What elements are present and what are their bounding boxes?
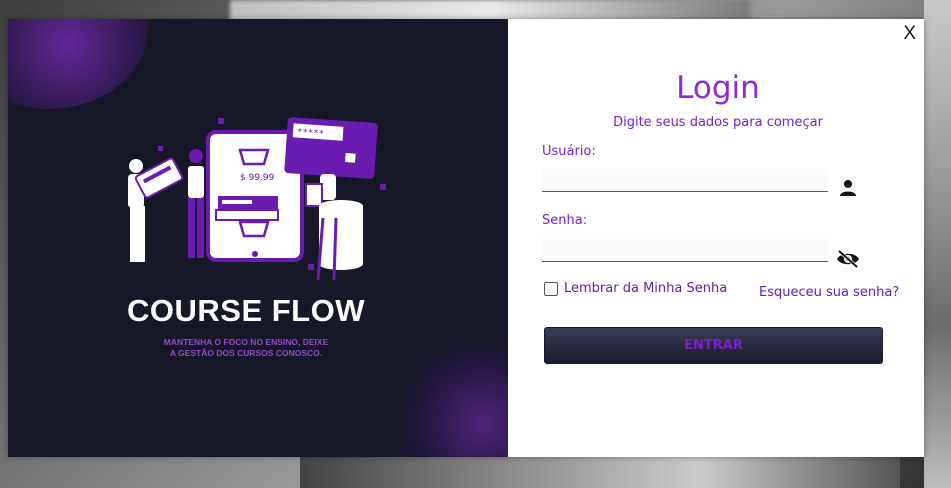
branding-panel: $ 99.99 ***** COURSE FLOW MANTENHA O FOC…	[8, 19, 508, 457]
brand-tagline: MANTENHA O FOCO NO ENSINO, DEIXE A GESTÃ…	[8, 337, 484, 359]
brand-title: COURSE FLOW	[127, 293, 365, 328]
login-form-panel: X Login Digite seus dados para começar U…	[508, 19, 924, 457]
login-subtitle: Digite seus dados para começar	[613, 115, 823, 130]
eye-slash-icon[interactable]	[836, 250, 860, 268]
password-label: Senha:	[542, 213, 588, 228]
decorative-swirl-top	[8, 19, 148, 109]
password-input[interactable]	[542, 239, 828, 262]
username-input[interactable]	[542, 169, 828, 192]
close-button[interactable]: X	[903, 23, 916, 45]
enter-button[interactable]: ENTRAR	[544, 327, 883, 364]
brand-tagline-line-2: A GESTÃO DOS CURSOS CONOSCO.	[169, 348, 323, 358]
price-tag: $ 99.99	[240, 173, 275, 183]
online-course-illustration: $ 99.99 *****	[128, 117, 386, 281]
remember-label: Lembrar da Minha Senha	[564, 281, 728, 296]
forgot-password-link[interactable]: Esqueceu sua senha?	[759, 285, 899, 300]
background-photo-right	[924, 0, 951, 488]
background-photo-bottom	[300, 455, 900, 488]
login-dialog: $ 99.99 ***** COURSE FLOW MANTENHA O FOC…	[8, 19, 924, 457]
remember-password[interactable]: Lembrar da Minha Senha	[544, 281, 727, 296]
username-label: Usuário:	[542, 144, 596, 159]
login-title: Login	[676, 70, 760, 106]
password-mask: *****	[297, 128, 325, 140]
person-icon	[840, 180, 856, 196]
remember-checkbox[interactable]	[544, 281, 558, 296]
brand-tagline-line-1: MANTENHA O FOCO NO ENSINO, DEIXE	[163, 337, 329, 347]
